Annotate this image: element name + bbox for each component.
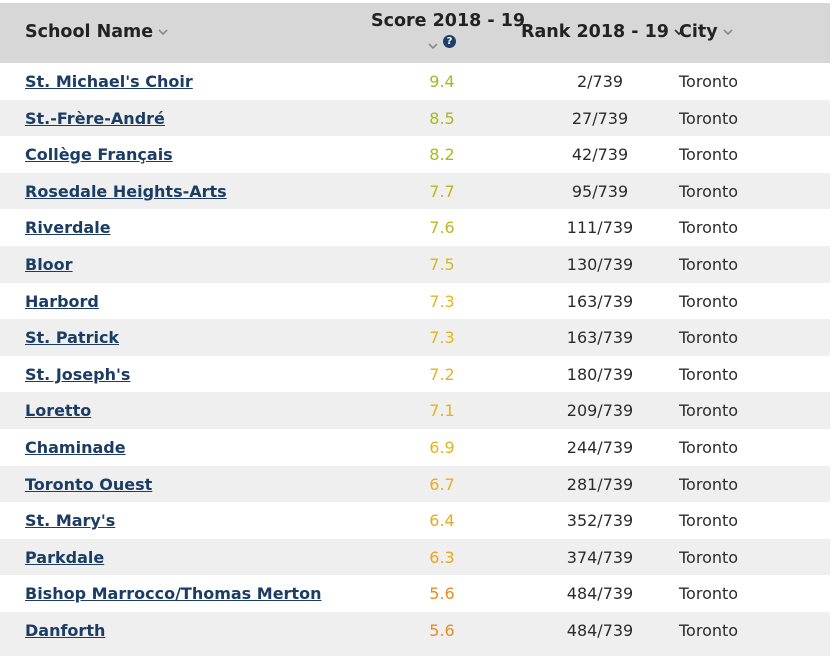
school-name-link[interactable]: Riverdale <box>25 218 111 237</box>
table-row: Chaminade 6.9 244/739 Toronto <box>0 429 830 466</box>
rank-value: 281/739 <box>566 474 634 494</box>
score-value: 5.6 <box>429 620 455 640</box>
school-ranking-page: School Name Score 2018 - 19 ? Rank 2018 … <box>0 0 832 656</box>
table-row: Harbord 7.3 163/739 Toronto <box>0 283 830 320</box>
table-row: Bishop Marrocco/Thomas Merton 5.6 484/739 T… <box>0 575 830 612</box>
city-value: Toronto <box>679 511 739 531</box>
help-icon[interactable]: ? <box>443 35 456 48</box>
rank-value: 111/739 <box>566 218 634 238</box>
school-name-link[interactable]: Bloor <box>25 255 73 274</box>
school-table-body: St. Michael's Choir 9.4 2/739 Toronto St.-Fr… <box>0 63 830 649</box>
rank-value: 352/739 <box>566 511 634 531</box>
score-value: 7.1 <box>429 401 455 421</box>
city-value: Toronto <box>679 218 739 238</box>
city-value: Toronto <box>679 620 739 640</box>
school-name-link[interactable]: St. Mary's <box>25 511 115 530</box>
score-header-label: Score 2018 - 19 <box>371 11 526 31</box>
city-value: Toronto <box>679 547 739 567</box>
table-row: Collège Français 8.2 42/739 Toronto <box>0 136 830 173</box>
rank-value: 163/739 <box>566 291 634 311</box>
score-value: 6.9 <box>429 437 455 457</box>
sort-city-header[interactable]: City <box>679 22 734 42</box>
table-row: St. Mary's 6.4 352/739 Toronto <box>0 502 830 539</box>
score-value: 7.6 <box>429 218 455 238</box>
table-row: Rosedale Heights-Arts 7.7 95/739 Toronto <box>0 172 830 210</box>
city-value: Toronto <box>679 291 739 311</box>
school-name-link[interactable]: St. Patrick <box>25 328 119 347</box>
score-value: 7.3 <box>429 291 455 311</box>
school-name-link[interactable]: Chaminade <box>25 438 126 457</box>
table-row: Bloor 7.5 130/739 Toronto <box>0 245 830 283</box>
table-row: Danforth 5.6 484/739 Toronto <box>0 611 830 649</box>
score-value: 5.6 <box>429 584 455 604</box>
table-row: St. Patrick 7.3 163/739 Toronto <box>0 319 830 356</box>
score-value: 8.2 <box>429 145 455 165</box>
score-value: 6.4 <box>429 511 455 531</box>
city-value: Toronto <box>679 108 739 128</box>
rank-value: 130/739 <box>566 254 634 274</box>
score-value: 9.4 <box>429 72 455 91</box>
school-name-link[interactable]: Toronto Ouest <box>25 475 152 494</box>
school-name-link[interactable]: St.-Frère-André <box>25 109 165 128</box>
table-row: St. Michael's Choir 9.4 2/739 Toronto <box>0 63 830 100</box>
city-value: Toronto <box>679 584 739 604</box>
table-row: St. Joseph's 7.2 180/739 Toronto <box>0 356 830 393</box>
school-name-link[interactable]: Collège Français <box>25 145 173 164</box>
city-value: Toronto <box>679 254 739 274</box>
sort-score-header[interactable]: Score 2018 - 19 <box>371 11 525 31</box>
rank-value: 209/739 <box>566 401 634 421</box>
table-row: St.-Frère-André 8.5 27/739 Toronto <box>0 99 830 137</box>
chevron-down-icon <box>722 28 734 36</box>
rank-value: 27/739 <box>571 108 629 128</box>
rank-value: 484/739 <box>566 620 634 640</box>
city-value: Toronto <box>679 474 739 494</box>
school-name-link[interactable]: Parkdale <box>25 548 104 567</box>
score-value: 7.2 <box>429 364 455 384</box>
school-name-link[interactable]: Harbord <box>25 292 99 311</box>
city-value: Toronto <box>679 328 739 348</box>
next-row-partial <box>0 649 830 656</box>
school-name-link[interactable]: Loretto <box>25 401 91 420</box>
score-value: 8.5 <box>429 108 455 128</box>
rank-value: 163/739 <box>566 328 634 348</box>
rank-value: 180/739 <box>566 364 634 384</box>
chevron-down-icon <box>157 28 169 36</box>
sort-school-name-header[interactable]: School Name <box>25 22 169 42</box>
city-value: Toronto <box>679 401 739 421</box>
rank-value: 2/739 <box>576 72 624 91</box>
city-value: Toronto <box>679 181 739 201</box>
rank-value: 95/739 <box>571 181 629 201</box>
score-value: 7.3 <box>429 328 455 348</box>
score-header-controls: ? <box>427 35 456 49</box>
city-value: Toronto <box>679 364 739 384</box>
school-name-link[interactable]: St. Joseph's <box>25 365 130 384</box>
school-name-link[interactable]: Danforth <box>25 621 105 640</box>
city-value: Toronto <box>679 145 739 165</box>
score-value: 6.7 <box>429 474 455 494</box>
city-value: Toronto <box>679 437 739 457</box>
rank-value: 374/739 <box>566 547 634 567</box>
score-value: 6.3 <box>429 547 455 567</box>
rank-value: 244/739 <box>566 437 634 457</box>
chevron-down-icon[interactable] <box>427 42 439 50</box>
rank-value: 42/739 <box>571 145 629 165</box>
table-header: School Name Score 2018 - 19 ? Rank 2018 … <box>0 3 830 63</box>
city-header-label: City <box>679 22 718 42</box>
school-name-link[interactable]: Rosedale Heights-Arts <box>25 182 227 201</box>
school-name-link[interactable]: Bishop Marrocco/Thomas Merton <box>25 584 321 603</box>
city-value: Toronto <box>679 72 739 91</box>
rank-value: 484/739 <box>566 584 634 604</box>
sort-rank-header[interactable]: Rank 2018 - 19 <box>521 22 685 42</box>
school-name-link[interactable]: St. Michael's Choir <box>25 72 193 91</box>
school-name-header-label: School Name <box>25 22 154 42</box>
table-row: Riverdale 7.6 111/739 Toronto <box>0 209 830 246</box>
score-value: 7.5 <box>429 254 455 274</box>
table-row: Toronto Ouest 6.7 281/739 Toronto <box>0 465 830 503</box>
table-row: Parkdale 6.3 374/739 Toronto <box>0 538 830 576</box>
rank-header-label: Rank 2018 - 19 <box>521 22 669 42</box>
table-row: Loretto 7.1 209/739 Toronto <box>0 392 830 429</box>
score-value: 7.7 <box>429 181 455 201</box>
